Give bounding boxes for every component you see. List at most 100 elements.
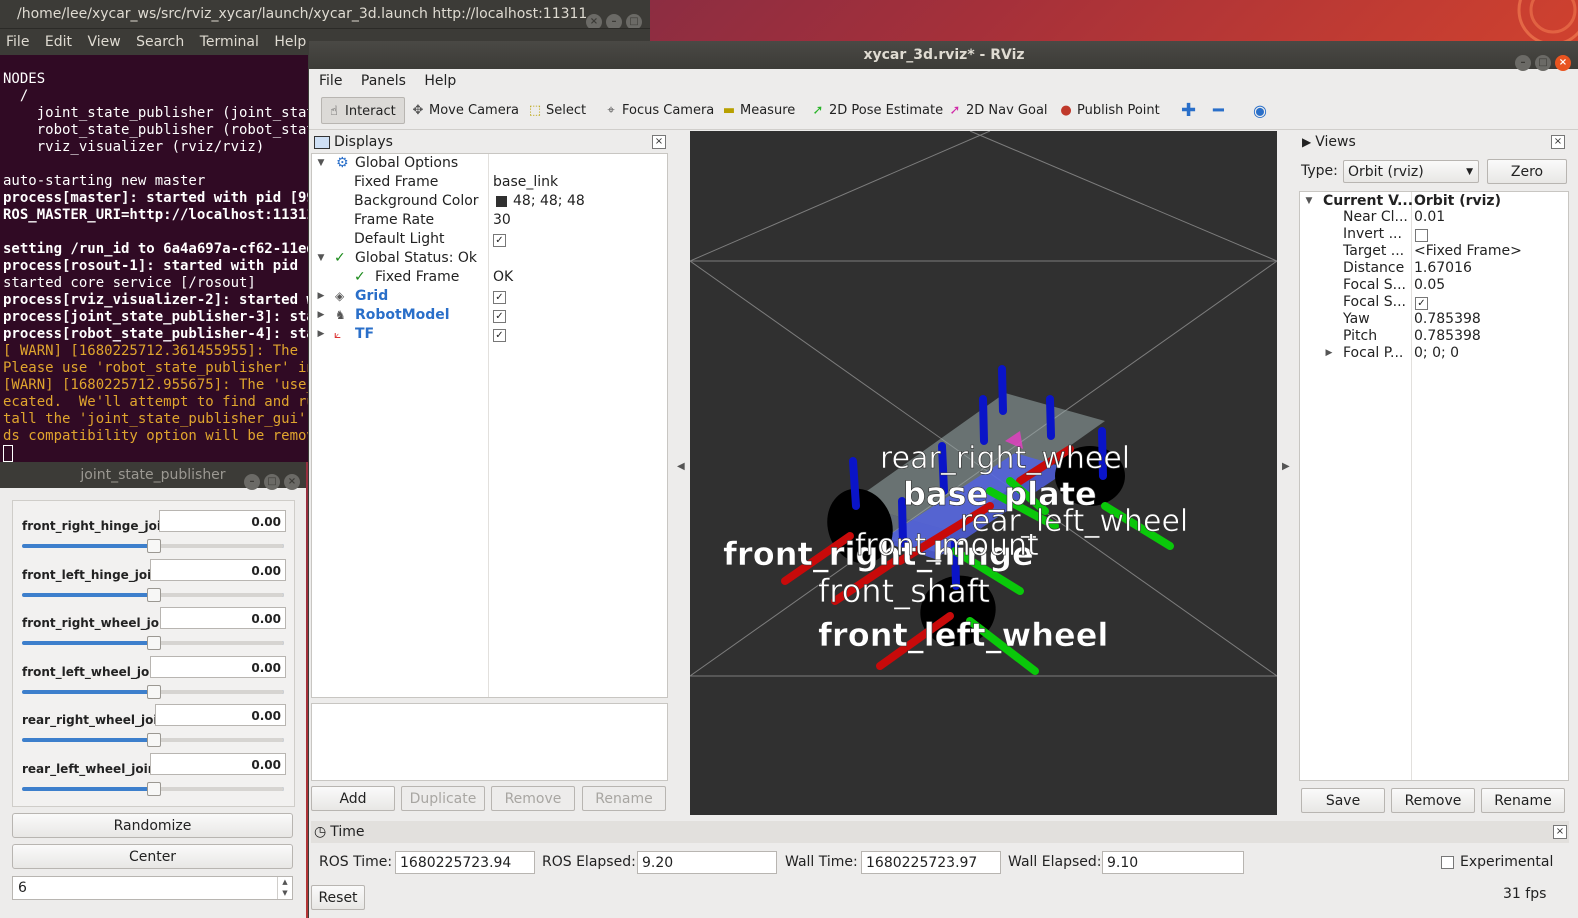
render-viewport[interactable]: rear_right_wheel base_plate rear_left_wh… <box>690 131 1277 815</box>
add-display-button[interactable]: Add <box>311 786 395 811</box>
views-tree[interactable]: ▼ Current V... Orbit (rviz) Near Cl... 0.… <box>1299 191 1569 781</box>
joint-value-field[interactable]: 0.00 <box>150 558 286 581</box>
frame-rate-value[interactable]: 30 <box>493 211 511 230</box>
grid-display-row[interactable]: ▶ ◈ Grid ✓ <box>312 287 667 306</box>
remove-view-button[interactable]: Remove <box>1391 788 1475 813</box>
wall-elapsed-field[interactable]: 9.10 <box>1102 851 1244 874</box>
menu-panels[interactable]: Panels <box>361 73 406 89</box>
slider-handle[interactable] <box>147 782 161 796</box>
robot-model-display-row[interactable]: ▶ ♞ RobotModel ✓ <box>312 306 667 325</box>
view-property-value[interactable]: 1.67016 <box>1414 260 1472 277</box>
tool-focus-camera[interactable]: ⌖ Focus Camera <box>599 97 718 124</box>
tool-move-camera[interactable]: ✥ Move Camera <box>406 97 523 124</box>
add-tool-icon[interactable]: ✚ <box>1177 97 1200 124</box>
slider-handle[interactable] <box>147 587 161 602</box>
terminal-titlebar[interactable]: /home/lee/xycar_ws/src/rviz_xycar/launch… <box>0 0 650 28</box>
joint-count-spinbox[interactable]: 6 ▲ ▼ <box>12 876 293 900</box>
spin-arrows-icon[interactable]: ▲ ▼ <box>277 877 292 899</box>
view-property-value[interactable]: 0.01 <box>1414 209 1445 226</box>
ros-time-field[interactable]: 1680225723.94 <box>395 851 535 874</box>
menu-help[interactable]: Help <box>274 34 306 50</box>
rviz-window[interactable]: xycar_3d.rviz* - RViz – □ × File Panels He… <box>308 41 1578 918</box>
tool-measure[interactable]: ▬ Measure <box>717 97 799 124</box>
minimize-icon[interactable]: – <box>1515 55 1531 71</box>
view-property-row[interactable]: Focal S... 0.05 <box>1300 277 1568 294</box>
view-type-select[interactable]: Orbit (rviz) ▼ <box>1343 160 1479 183</box>
menu-edit[interactable]: Edit <box>45 34 72 50</box>
minimize-icon[interactable]: – <box>606 14 622 28</box>
expand-icon[interactable]: ▶ <box>316 287 326 306</box>
joint-value-field[interactable]: 0.00 <box>160 607 286 630</box>
view-property-row[interactable]: Yaw 0.785398 <box>1300 311 1568 328</box>
menu-file[interactable]: File <box>6 34 29 50</box>
rename-display-button[interactable]: Rename <box>582 786 666 811</box>
wall-time-field[interactable]: 1680225723.97 <box>861 851 1001 874</box>
joint-value-field[interactable]: 0.00 <box>150 753 286 775</box>
joint-value-field[interactable]: 0.00 <box>155 704 286 727</box>
robot-model-checkbox[interactable]: ✓ <box>493 310 506 323</box>
background-color-value[interactable]: 48; 48; 48 <box>513 192 585 211</box>
view-property-row[interactable]: Invert ... <box>1300 226 1568 243</box>
experimental-checkbox[interactable] <box>1441 856 1454 869</box>
displays-tree[interactable]: ▼ ⚙ Global Options Fixed Frame base_link… <box>311 153 668 698</box>
view-property-row[interactable]: Pitch 0.785398 <box>1300 328 1568 345</box>
joint-slider[interactable] <box>22 587 284 602</box>
fixed-frame-row[interactable]: Fixed Frame base_link <box>312 173 667 192</box>
joint-slider[interactable] <box>22 684 284 699</box>
slider-handle[interactable] <box>147 539 161 553</box>
maximize-icon[interactable]: □ <box>264 474 280 490</box>
view-property-value[interactable]: 0; 0; 0 <box>1414 345 1459 362</box>
joint-slider[interactable] <box>22 733 284 748</box>
reset-button[interactable]: Reset <box>311 885 365 910</box>
collapse-icon[interactable]: ▼ <box>316 154 326 173</box>
status-fixed-frame-row[interactable]: ✓ Fixed Frame OK <box>312 268 667 287</box>
view-property-checkbox[interactable] <box>1415 229 1428 242</box>
tf-display-row[interactable]: ▶ ⟀ TF ✓ <box>312 325 667 344</box>
slider-handle[interactable] <box>147 636 161 651</box>
terminal-output[interactable]: NODES / joint_state_publisher (joint_sta… <box>0 55 310 462</box>
close-icon[interactable]: × <box>586 14 602 28</box>
center-button[interactable]: Center <box>12 844 293 869</box>
view-property-row[interactable]: Distance 1.67016 <box>1300 260 1568 277</box>
menu-file[interactable]: File <box>319 73 342 89</box>
expand-icon[interactable]: ▶ <box>1324 345 1334 362</box>
view-property-value[interactable]: 0.785398 <box>1414 328 1481 345</box>
close-icon[interactable]: × <box>652 135 666 149</box>
close-icon[interactable]: × <box>1553 825 1567 839</box>
maximize-icon[interactable]: □ <box>626 14 642 28</box>
menu-help[interactable]: Help <box>424 73 456 89</box>
joint-slider[interactable] <box>22 636 284 651</box>
collapse-left-icon[interactable]: ◀ <box>677 461 685 472</box>
eye-icon[interactable]: ◉ <box>1249 97 1271 124</box>
expand-icon[interactable]: ▶ <box>316 325 326 344</box>
close-icon[interactable]: × <box>1551 135 1565 149</box>
joint-slider[interactable] <box>22 539 284 553</box>
collapse-icon[interactable]: ▼ <box>316 249 326 268</box>
background-color-row[interactable]: Background Color 48; 48; 48 <box>312 192 667 211</box>
view-property-row[interactable]: ▶ Focal P... 0; 0; 0 <box>1300 345 1568 362</box>
tool-pose-estimate[interactable]: ➚ 2D Pose Estimate <box>806 97 947 124</box>
view-property-row[interactable]: Near Cl... 0.01 <box>1300 209 1568 226</box>
duplicate-display-button[interactable]: Duplicate <box>401 786 485 811</box>
default-light-row[interactable]: Default Light ✓ <box>312 230 667 249</box>
view-property-checkbox[interactable]: ✓ <box>1415 297 1428 310</box>
view-property-value[interactable]: <Fixed Frame> <box>1414 243 1522 260</box>
expand-icon[interactable]: ▶ <box>316 306 326 325</box>
jsp-titlebar[interactable]: joint_state_publisher – □ × <box>0 462 306 490</box>
menu-terminal[interactable]: Terminal <box>200 34 259 50</box>
joint-value-field[interactable]: 0.00 <box>150 655 286 678</box>
view-property-value[interactable]: 0.785398 <box>1414 311 1481 328</box>
view-property-row[interactable]: Focal S... ✓ <box>1300 294 1568 311</box>
tf-checkbox[interactable]: ✓ <box>493 329 506 342</box>
fixed-frame-value[interactable]: base_link <box>493 173 558 192</box>
save-view-button[interactable]: Save <box>1301 788 1385 813</box>
joint-slider[interactable] <box>22 782 284 796</box>
grid-checkbox[interactable]: ✓ <box>493 291 506 304</box>
remove-tool-icon[interactable]: ━ <box>1209 97 1228 124</box>
close-icon[interactable]: × <box>284 474 300 490</box>
frame-rate-row[interactable]: Frame Rate 30 <box>312 211 667 230</box>
joint-value-field[interactable]: 0.00 <box>159 510 286 532</box>
zero-button[interactable]: Zero <box>1487 159 1567 184</box>
color-swatch[interactable] <box>496 196 507 207</box>
collapse-right-icon[interactable]: ▶ <box>1282 461 1290 472</box>
